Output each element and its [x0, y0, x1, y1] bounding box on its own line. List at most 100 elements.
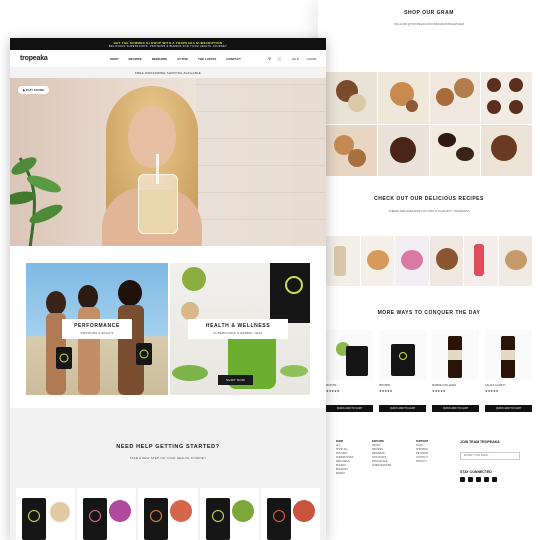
arrow-right-icon[interactable]: →: [515, 454, 518, 457]
logo[interactable]: tropeaka: [20, 55, 100, 62]
product-card[interactable]: MATCHA ★★★★★ QUICK ADD TO CART: [326, 330, 373, 412]
product-name: MATCHA: [326, 384, 337, 387]
product-card[interactable]: CALM & CLARITY ★★★★★ QUICK ADD TO CART: [485, 330, 532, 412]
quick-add-button[interactable]: QUICK ADD TO CART: [379, 405, 426, 412]
footer-link[interactable]: ALL: [336, 444, 340, 447]
instagram-icon[interactable]: [460, 477, 465, 482]
footer-heading: SHOP: [336, 440, 344, 443]
recipe-photo[interactable]: [464, 236, 498, 286]
footer-col-shop: SHOP ALL SHOP ALL PROTEIN SUPERFOODS WEL…: [336, 440, 354, 476]
gram-photo[interactable]: [429, 124, 481, 176]
recipe-photo[interactable]: [395, 236, 429, 286]
quick-add-button[interactable]: QUICK ADD TO CART: [326, 405, 373, 412]
gram-photo[interactable]: [481, 124, 532, 176]
gram-photo[interactable]: [377, 72, 429, 124]
main-menu: SHOP RECIPES REWARDS ACTIVE THE LATEST C…: [110, 57, 268, 61]
menu-item-rewards[interactable]: REWARDS: [152, 57, 167, 61]
tiktok-icon[interactable]: [476, 477, 481, 482]
gram-photo[interactable]: [377, 124, 429, 176]
menu-item-latest[interactable]: THE LATEST: [198, 57, 216, 61]
newsletter-placeholder: ENTER YOUR EMAIL: [464, 454, 489, 457]
starter-product-card[interactable]: [199, 488, 259, 540]
wellness-tile[interactable]: HEALTH & WELLNESS SUPERFOODS & HERBAL TE…: [170, 263, 310, 395]
help-title: NEED HELP GETTING STARTED?: [116, 444, 220, 450]
product-rating: ★★★★★: [326, 389, 340, 393]
menu-item-contact[interactable]: CONTACT: [226, 57, 240, 61]
product-card[interactable]: MARINE COLLAGEN ★★★★★ QUICK ADD TO CART: [432, 330, 479, 412]
gram-photo[interactable]: [326, 124, 377, 176]
footer-link[interactable]: CONTACT: [416, 456, 428, 459]
menu-item-shop[interactable]: SHOP: [110, 57, 119, 61]
footer-link[interactable]: BUNDLES: [336, 468, 348, 471]
plant-image: [10, 157, 63, 246]
starter-product-card[interactable]: [260, 488, 320, 540]
footer-heading: SUPPORT: [416, 440, 429, 443]
footer-link[interactable]: REWARDS: [372, 452, 385, 455]
recipe-strip: [326, 236, 532, 286]
recipe-photo[interactable]: [326, 236, 360, 286]
hero-tile-wall: [196, 78, 326, 246]
product-image: [432, 330, 479, 380]
product-image: [326, 330, 373, 380]
starter-product-card[interactable]: [77, 488, 137, 540]
search-icon[interactable]: ⚲: [268, 56, 271, 61]
footer-link[interactable]: MERCH: [336, 472, 345, 475]
currency-selector[interactable]: AU $: [292, 57, 299, 61]
instagram-grid: [326, 72, 532, 176]
footer-link[interactable]: PRIVACY: [416, 460, 427, 463]
performance-tile[interactable]: PERFORMANCE PROTEINS & BCAA'S: [26, 263, 168, 395]
footer-link[interactable]: RETURNS: [416, 452, 428, 455]
product-rating: ★★★★★: [485, 389, 499, 393]
quick-add-button[interactable]: QUICK ADD TO CART: [485, 405, 532, 412]
starter-product-card[interactable]: [16, 488, 76, 540]
wellness-label: HEALTH & WELLNESS SUPERFOODS & HERBAL TE…: [188, 319, 288, 339]
gram-photo[interactable]: [429, 72, 481, 124]
product-rating: ★★★★★: [379, 389, 393, 393]
category-tiles: PERFORMANCE PROTEINS & BCAA'S HEALTH & W…: [26, 263, 310, 395]
shop-now-button[interactable]: SHOP NOW: [218, 375, 254, 385]
header-nav: tropeaka SHOP RECIPES REWARDS ACTIVE THE…: [10, 50, 326, 68]
hero-banner: ▶ PLAY SOUND: [10, 78, 326, 246]
cart-icon[interactable]: 🛒: [277, 56, 282, 61]
newsletter-email-input[interactable]: ENTER YOUR EMAIL →: [460, 452, 520, 460]
footer-link[interactable]: AMBASSADORS: [372, 464, 391, 467]
product-image: [379, 330, 426, 380]
footer-link[interactable]: ABOUT: [372, 444, 381, 447]
gram-photo[interactable]: [481, 72, 532, 124]
starter-product-card[interactable]: [138, 488, 198, 540]
menu-item-recipes[interactable]: RECIPES: [129, 57, 142, 61]
footer-link[interactable]: FAQS: [416, 444, 423, 447]
recipe-photo[interactable]: [498, 236, 532, 286]
footer-link[interactable]: WELLNESS: [336, 460, 350, 463]
footer-link[interactable]: BLENDS: [336, 464, 346, 467]
youtube-icon[interactable]: [484, 477, 489, 482]
gram-title: SHOP OUR GRAM: [404, 10, 454, 16]
product-card[interactable]: PROTEIN ★★★★★ QUICK ADD TO CART: [379, 330, 426, 412]
wellness-subtitle: SUPERFOODS & HERBAL TEAS: [213, 331, 263, 335]
footer-col-support: SUPPORT FAQS SHIPPING RETURNS CONTACT PR…: [416, 440, 428, 464]
footer-link[interactable]: SHOP ALL: [336, 448, 348, 451]
gram-photo[interactable]: [326, 72, 377, 124]
pinterest-icon[interactable]: [492, 477, 497, 482]
recipe-photo[interactable]: [360, 236, 394, 286]
menu-item-active[interactable]: ACTIVE: [177, 57, 188, 61]
shipping-bar: FREE WORLDWIDE SHIPPING AVAILABLE: [10, 68, 326, 78]
footer-link[interactable]: PROTEIN: [336, 452, 347, 455]
recipe-photo[interactable]: [429, 236, 463, 286]
footer-heading: EXPLORE: [372, 440, 384, 443]
footer-link[interactable]: RECIPES: [372, 448, 383, 451]
quick-add-button[interactable]: QUICK ADD TO CART: [432, 405, 479, 412]
product-name: MARINE COLLAGEN: [432, 384, 457, 387]
header-right: AU $ LOGIN: [292, 57, 316, 61]
footer-link[interactable]: SUPERFOODS: [336, 456, 354, 459]
footer-col-explore: EXPLORE ABOUT RECIPES REWARDS STOCKISTS …: [372, 440, 391, 468]
play-sound-button[interactable]: ▶ PLAY SOUND: [18, 86, 49, 94]
facebook-icon[interactable]: [468, 477, 473, 482]
footer-link[interactable]: STOCKISTS: [372, 456, 386, 459]
footer-link[interactable]: SHIPPING: [416, 448, 428, 451]
login-link[interactable]: LOGIN: [307, 57, 316, 61]
play-label: PLAY SOUND: [25, 88, 44, 92]
wellness-title: HEALTH & WELLNESS: [205, 323, 271, 329]
help-subtitle: TAKE A NEW STEP ON YOUR HEALTH JOURNEY: [129, 456, 207, 460]
footer-link[interactable]: WHOLESALE: [372, 460, 388, 463]
